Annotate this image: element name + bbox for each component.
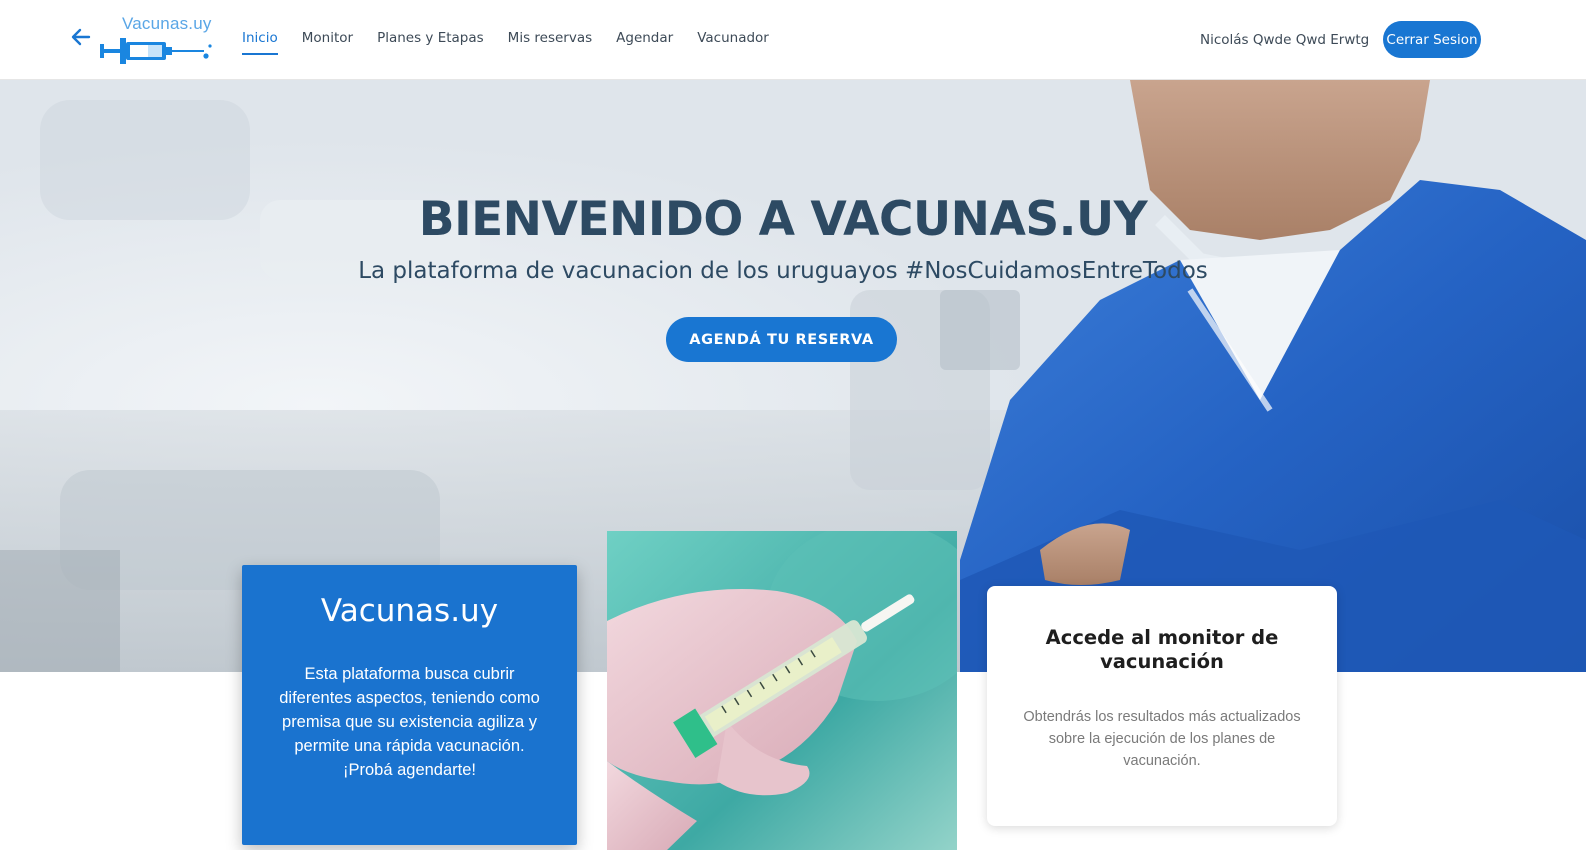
logo-text: Vacunas.uy [122,14,212,33]
user-name: Nicolás Qwde Qwd Erwtg [1200,32,1370,48]
monitor-card[interactable]: Accede al monitor de vacunación Obtendrá… [987,586,1337,826]
monitor-card-text: Obtendrás los resultados más actualizado… [1023,709,1301,769]
about-card: Vacunas.uy Esta plataforma busca cubrir … [242,565,577,845]
nav-item-inicio[interactable]: Inicio [242,30,278,55]
logo[interactable]: Vacunas.uy [100,14,214,64]
monitor-card-title: Accede al monitor de vacunación [1045,626,1279,673]
about-card-title: Vacunas.uy [320,593,499,629]
hero-title: BIENVENIDO A VACUNAS.UY [418,192,1148,247]
nav-item-vacunador[interactable]: Vacunador [697,30,769,55]
nav-item-mis-reservas[interactable]: Mis reservas [508,30,592,55]
about-card-text: Esta plataforma busca cubrir diferentes … [279,665,540,779]
hero-subtitle: La plataforma de vacunacion de los urugu… [358,258,1208,284]
nav-item-agendar[interactable]: Agendar [616,30,673,55]
nav-item-monitor[interactable]: Monitor [302,30,353,55]
syringe-photo [607,531,957,850]
logout-button[interactable]: Cerrar Sesion [1383,21,1481,58]
arrow-left-icon[interactable] [68,24,94,50]
navbar: Vacunas.uy Inicio Monitor Planes y Etapa… [0,0,1586,80]
nav-item-planes[interactable]: Planes y Etapas [377,30,484,55]
syringe-logo [100,38,212,64]
vaccine-image [607,531,957,850]
schedule-reservation-button[interactable]: AGENDÁ TU RESERVA [666,317,897,362]
nav-links: Inicio Monitor Planes y Etapas Mis reser… [242,30,793,55]
